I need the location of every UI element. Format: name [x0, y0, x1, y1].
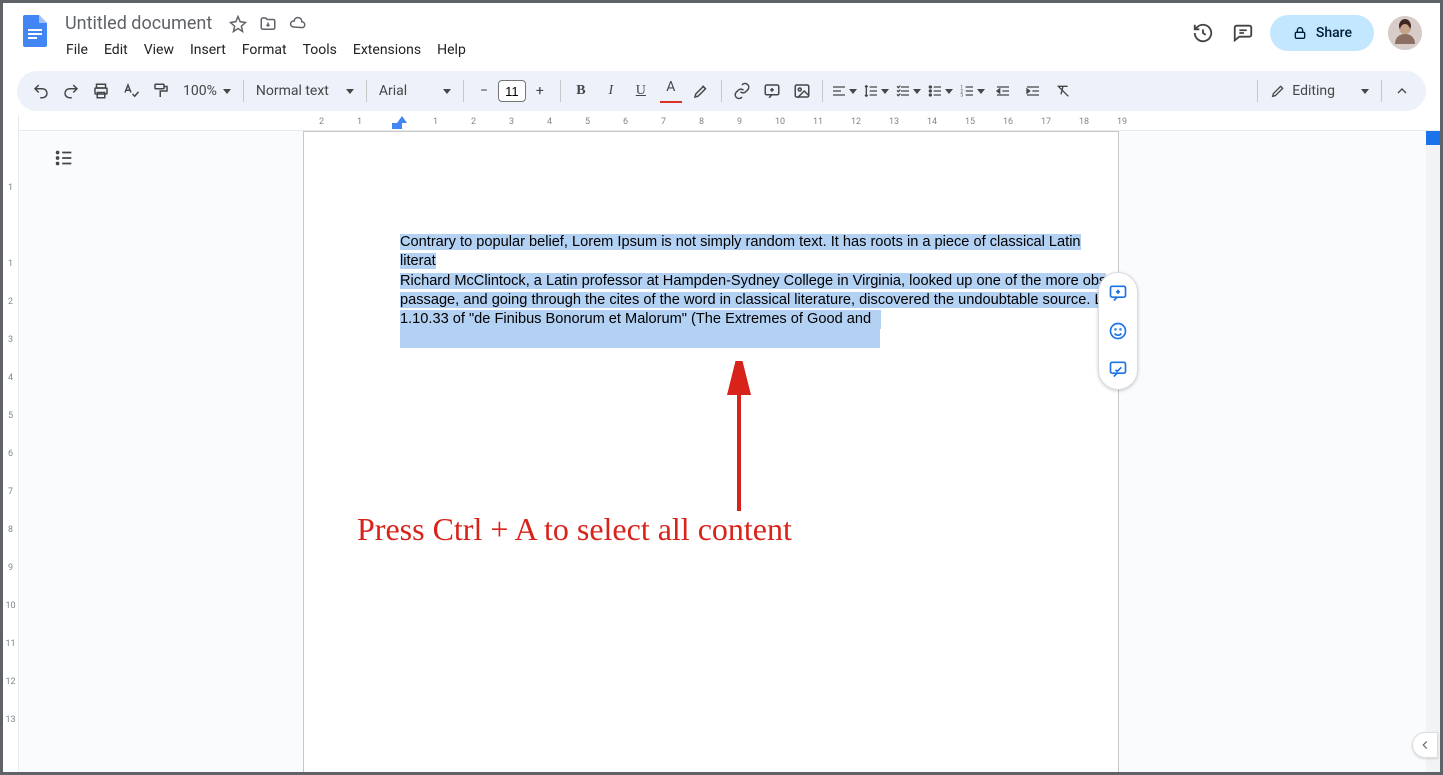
text-line-1[interactable]: Contrary to popular belief, Lorem Ipsum … — [400, 234, 1081, 269]
menu-format[interactable]: Format — [235, 38, 294, 62]
insert-link-button[interactable] — [728, 77, 756, 105]
menu-edit[interactable]: Edit — [97, 38, 135, 62]
italic-button[interactable]: I — [597, 77, 625, 105]
underline-button[interactable]: U — [627, 77, 655, 105]
highlight-button[interactable] — [687, 77, 715, 105]
scroll-explore-icon[interactable] — [1426, 131, 1440, 145]
increase-indent-button[interactable] — [1019, 77, 1047, 105]
titlebar: Untitled document File Edit View Insert … — [3, 3, 1440, 67]
decrease-indent-button[interactable] — [989, 77, 1017, 105]
bold-button[interactable]: B — [567, 77, 595, 105]
checklist-dropdown[interactable] — [893, 77, 923, 105]
selection-trailing-line — [400, 329, 880, 348]
menu-insert[interactable]: Insert — [183, 38, 233, 62]
star-icon[interactable] — [228, 14, 248, 34]
show-outline-button[interactable] — [49, 143, 79, 173]
spellcheck-button[interactable] — [117, 77, 145, 105]
menu-view[interactable]: View — [137, 38, 181, 62]
align-dropdown[interactable] — [829, 77, 859, 105]
menubar: File Edit View Insert Format Tools Exten… — [59, 38, 473, 62]
move-folder-icon[interactable] — [258, 14, 278, 34]
document-canvas[interactable]: Contrary to popular belief, Lorem Ipsum … — [19, 131, 1440, 772]
vertical-ruler: 112345678910111213 — [3, 115, 19, 772]
avatar[interactable] — [1388, 16, 1422, 50]
suggest-edit-icon[interactable] — [1104, 355, 1132, 383]
toolbar: 100% Normal text Arial − + B I U A 123 E… — [17, 71, 1426, 111]
clear-formatting-button[interactable] — [1049, 77, 1077, 105]
font-dropdown[interactable]: Arial — [373, 83, 457, 99]
paint-format-button[interactable] — [147, 77, 175, 105]
indent-marker-bottom[interactable] — [392, 123, 402, 129]
text-line-3[interactable]: passage, and going through the cites of … — [400, 292, 1103, 308]
numbered-list-dropdown[interactable]: 123 — [957, 77, 987, 105]
increase-font-button[interactable]: + — [526, 77, 554, 105]
insert-comment-button[interactable] — [758, 77, 786, 105]
history-icon[interactable] — [1190, 20, 1216, 46]
document-title[interactable]: Untitled document — [59, 11, 218, 36]
text-color-button[interactable]: A — [657, 77, 685, 105]
pencil-icon — [1270, 83, 1286, 99]
collapse-toolbar-button[interactable] — [1388, 77, 1416, 105]
share-label: Share — [1316, 25, 1352, 41]
document-body[interactable]: Contrary to popular belief, Lorem Ipsum … — [400, 233, 1120, 355]
lock-icon — [1292, 25, 1308, 41]
text-line-2[interactable]: Richard McClintock, a Latin professor at… — [400, 273, 1106, 289]
menu-file[interactable]: File — [59, 38, 95, 62]
menu-tools[interactable]: Tools — [296, 38, 344, 62]
comment-floating-toolbar — [1098, 272, 1138, 390]
page[interactable]: Contrary to popular belief, Lorem Ipsum … — [303, 131, 1119, 772]
decrease-font-button[interactable]: − — [470, 77, 498, 105]
annotation-text: Press Ctrl + A to select all content — [357, 511, 792, 548]
print-button[interactable] — [87, 77, 115, 105]
svg-text:3: 3 — [960, 92, 963, 98]
line-spacing-dropdown[interactable] — [861, 77, 891, 105]
emoji-reaction-icon[interactable] — [1104, 317, 1132, 345]
add-comment-icon[interactable] — [1104, 279, 1132, 307]
redo-button[interactable] — [57, 77, 85, 105]
docs-logo[interactable] — [15, 11, 55, 51]
bulleted-list-dropdown[interactable] — [925, 77, 955, 105]
indent-marker-top[interactable] — [397, 116, 407, 123]
side-panel-expand-button[interactable] — [1412, 732, 1438, 758]
undo-button[interactable] — [27, 77, 55, 105]
paragraph-style-dropdown[interactable]: Normal text — [250, 83, 360, 99]
vertical-scrollbar[interactable] — [1426, 131, 1440, 772]
menu-help[interactable]: Help — [430, 38, 473, 62]
horizontal-ruler[interactable]: 2112345678910111213141516171819 — [19, 115, 1440, 131]
editing-mode-dropdown[interactable]: Editing — [1264, 83, 1375, 99]
comments-icon[interactable] — [1230, 20, 1256, 46]
annotation-arrow — [719, 361, 759, 521]
cloud-status-icon[interactable] — [288, 14, 308, 34]
zoom-dropdown[interactable]: 100% — [177, 83, 237, 99]
font-size-input[interactable] — [498, 80, 526, 102]
text-line-4[interactable]: 1.10.33 of "de Finibus Bonorum et Maloru… — [400, 310, 881, 329]
menu-extensions[interactable]: Extensions — [346, 38, 428, 62]
insert-image-button[interactable] — [788, 77, 816, 105]
share-button[interactable]: Share — [1270, 15, 1374, 51]
